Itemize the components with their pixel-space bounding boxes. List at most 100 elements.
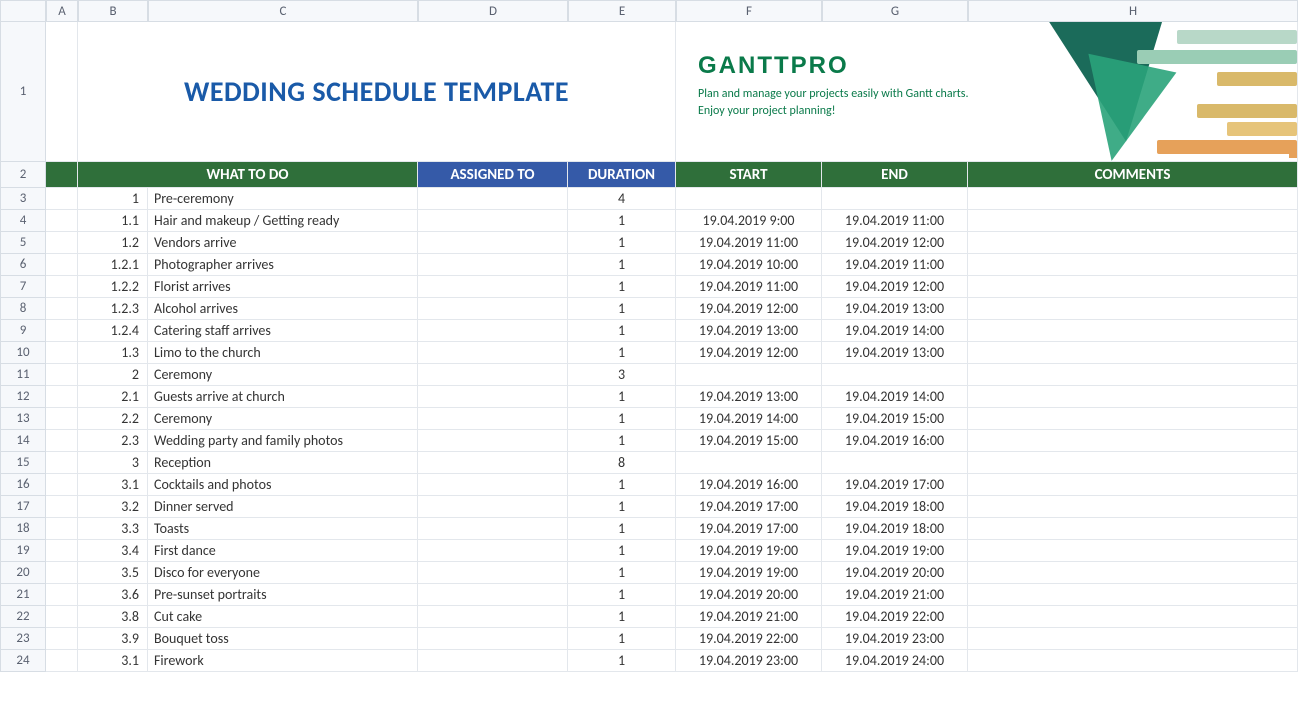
task-name[interactable]: Disco for everyone [148,562,418,584]
end-date[interactable]: 19.04.2019 18:00 [822,518,968,540]
row-header-15[interactable]: 15 [0,452,46,474]
row-header-14[interactable]: 14 [0,430,46,452]
row-number[interactable]: 3 [78,452,148,474]
start-date[interactable]: 19.04.2019 19:00 [676,540,822,562]
task-name[interactable]: Reception [148,452,418,474]
cell-A11[interactable] [46,364,78,386]
row-header-1[interactable]: 1 [0,22,46,162]
cell-A3[interactable] [46,188,78,210]
row-header-21[interactable]: 21 [0,584,46,606]
cell-A12[interactable] [46,386,78,408]
row-header-18[interactable]: 18 [0,518,46,540]
assigned-to[interactable] [418,320,568,342]
col-header-B[interactable]: B [78,0,148,22]
row-header-5[interactable]: 5 [0,232,46,254]
start-date[interactable] [676,452,822,474]
col-header-E[interactable]: E [568,0,676,22]
end-date[interactable] [822,188,968,210]
comments[interactable] [968,342,1298,364]
start-date[interactable]: 19.04.2019 23:00 [676,650,822,672]
assigned-to[interactable] [418,298,568,320]
row-number[interactable]: 2.1 [78,386,148,408]
cell-A4[interactable] [46,210,78,232]
end-date[interactable]: 19.04.2019 20:00 [822,562,968,584]
spreadsheet-grid[interactable]: ABCDEFGH1WEDDING SCHEDULE TEMPLATEGANTTP… [0,0,1298,672]
start-date[interactable]: 19.04.2019 16:00 [676,474,822,496]
cell-A6[interactable] [46,254,78,276]
end-date[interactable]: 19.04.2019 18:00 [822,496,968,518]
assigned-to[interactable] [418,386,568,408]
cell-A1[interactable] [46,22,78,162]
task-name[interactable]: Photographer arrives [148,254,418,276]
start-date[interactable]: 19.04.2019 17:00 [676,518,822,540]
assigned-to[interactable] [418,584,568,606]
cell-A13[interactable] [46,408,78,430]
end-date[interactable]: 19.04.2019 11:00 [822,210,968,232]
end-date[interactable]: 19.04.2019 13:00 [822,298,968,320]
cell-A17[interactable] [46,496,78,518]
duration[interactable]: 1 [568,518,676,540]
end-date[interactable]: 19.04.2019 12:00 [822,276,968,298]
row-number[interactable]: 1.2.4 [78,320,148,342]
cell-A23[interactable] [46,628,78,650]
duration[interactable]: 1 [568,430,676,452]
start-date[interactable]: 19.04.2019 20:00 [676,584,822,606]
duration[interactable]: 1 [568,474,676,496]
task-name[interactable]: Ceremony [148,364,418,386]
start-date[interactable]: 19.04.2019 13:00 [676,386,822,408]
comments[interactable] [968,254,1298,276]
duration[interactable]: 3 [568,364,676,386]
row-header-22[interactable]: 22 [0,606,46,628]
assigned-to[interactable] [418,276,568,298]
cell-A16[interactable] [46,474,78,496]
start-date[interactable]: 19.04.2019 11:00 [676,232,822,254]
start-date[interactable]: 19.04.2019 22:00 [676,628,822,650]
comments[interactable] [968,474,1298,496]
row-number[interactable]: 3.3 [78,518,148,540]
cell-A14[interactable] [46,430,78,452]
row-number[interactable]: 3.1 [78,650,148,672]
end-date[interactable]: 19.04.2019 22:00 [822,606,968,628]
row-header-23[interactable]: 23 [0,628,46,650]
comments[interactable] [968,562,1298,584]
cell-A9[interactable] [46,320,78,342]
comments[interactable] [968,276,1298,298]
row-number[interactable]: 3.5 [78,562,148,584]
duration[interactable]: 1 [568,232,676,254]
duration[interactable]: 1 [568,320,676,342]
assigned-to[interactable] [418,452,568,474]
row-number[interactable]: 3.8 [78,606,148,628]
task-name[interactable]: Wedding party and family photos [148,430,418,452]
row-number[interactable]: 1.2.1 [78,254,148,276]
task-name[interactable]: Catering staff arrives [148,320,418,342]
duration[interactable]: 1 [568,254,676,276]
start-date[interactable]: 19.04.2019 15:00 [676,430,822,452]
start-date[interactable] [676,364,822,386]
row-header-16[interactable]: 16 [0,474,46,496]
start-date[interactable]: 19.04.2019 17:00 [676,496,822,518]
duration[interactable]: 1 [568,210,676,232]
assigned-to[interactable] [418,650,568,672]
row-number[interactable]: 3.2 [78,496,148,518]
task-name[interactable]: Cut cake [148,606,418,628]
row-number[interactable]: 1.3 [78,342,148,364]
row-number[interactable]: 1.2.2 [78,276,148,298]
cell-A2[interactable] [46,162,78,188]
end-date[interactable] [822,452,968,474]
task-name[interactable]: Firework [148,650,418,672]
duration[interactable]: 1 [568,408,676,430]
col-header-D[interactable]: D [418,0,568,22]
comments[interactable] [968,628,1298,650]
comments[interactable] [968,518,1298,540]
start-date[interactable]: 19.04.2019 19:00 [676,562,822,584]
cell-A21[interactable] [46,584,78,606]
end-date[interactable]: 19.04.2019 17:00 [822,474,968,496]
task-name[interactable]: Toasts [148,518,418,540]
assigned-to[interactable] [418,408,568,430]
row-number[interactable]: 3.1 [78,474,148,496]
cell-A5[interactable] [46,232,78,254]
row-header-24[interactable]: 24 [0,650,46,672]
row-number[interactable]: 2.2 [78,408,148,430]
duration[interactable]: 1 [568,342,676,364]
task-name[interactable]: Dinner served [148,496,418,518]
